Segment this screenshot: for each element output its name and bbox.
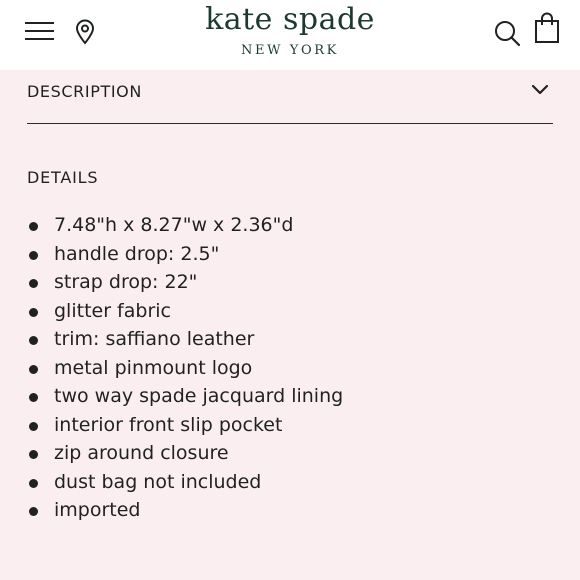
bullet-icon: [29, 364, 38, 374]
description-label: DESCRIPTION: [27, 82, 142, 101]
search-icon: [495, 21, 521, 47]
details-item-text: glitter fabric: [54, 299, 171, 322]
details-list-item: trim: saffiano leather: [27, 325, 343, 354]
details-item-text: trim: saffiano leather: [54, 328, 255, 350]
details-list-item: zip around closure: [27, 439, 343, 468]
details-list-item: two way spade jacquard lining: [27, 382, 343, 411]
bullet-icon: [29, 507, 38, 516]
logo-subtitle: NEW YORK: [241, 43, 339, 58]
bullet-icon: [29, 393, 38, 402]
details-list: 7.48"h x 8.27"w x 2.36"d handle drop: 2.5…: [27, 211, 343, 525]
details-list-item: dust bag not included: [27, 468, 343, 497]
details-item-text: strap drop: 22": [54, 271, 198, 293]
details-item-text: zip around closure: [54, 442, 229, 464]
bullet-icon: [29, 336, 38, 345]
description-accordion[interactable]: DESCRIPTION: [27, 70, 553, 124]
details-list-item: strap drop: 22": [27, 268, 343, 297]
site-header: kate spade NEW YORK: [0, 0, 580, 70]
chevron-down-icon: [531, 84, 549, 95]
details-heading: DETAILS: [27, 168, 99, 187]
search-button[interactable]: [492, 18, 522, 48]
details-item-text: metal pinmount logo: [54, 356, 253, 379]
brand-logo[interactable]: kate spade NEW YORK: [150, 0, 430, 70]
shopping-bag-button[interactable]: [533, 12, 561, 44]
bullet-icon: [29, 279, 38, 288]
details-item-text: imported: [54, 499, 141, 521]
bullet-icon: [29, 222, 38, 231]
bullet-icon: [29, 307, 38, 317]
bullet-icon: [29, 421, 38, 431]
bullet-icon: [29, 478, 38, 488]
bullet-icon: [29, 450, 38, 459]
details-item-text: 7.48"h x 8.27"w x 2.36"d: [54, 214, 294, 236]
location-pin-icon: [75, 19, 95, 45]
details-list-item: metal pinmount logo: [27, 354, 343, 383]
store-locator-button[interactable]: [74, 19, 96, 45]
bullet-icon: [29, 250, 38, 260]
menu-icon-line: [25, 38, 54, 40]
details-list-item: glitter fabric: [27, 297, 343, 326]
shopping-bag-icon: [535, 12, 559, 43]
logo-wordmark: kate spade: [205, 2, 375, 37]
details-item-text: two way spade jacquard lining: [54, 385, 344, 407]
details-item-text: handle drop: 2.5": [54, 242, 220, 265]
menu-button[interactable]: [25, 19, 55, 43]
details-list-item: handle drop: 2.5": [27, 240, 343, 269]
menu-icon-line: [25, 30, 54, 32]
details-item-text: interior front slip pocket: [54, 413, 283, 436]
details-list-item: 7.48"h x 8.27"w x 2.36"d: [27, 211, 343, 240]
menu-icon-line: [25, 22, 54, 24]
details-item-text: dust bag not included: [54, 470, 262, 493]
details-list-item: interior front slip pocket: [27, 411, 343, 440]
details-list-item: imported: [27, 496, 343, 525]
